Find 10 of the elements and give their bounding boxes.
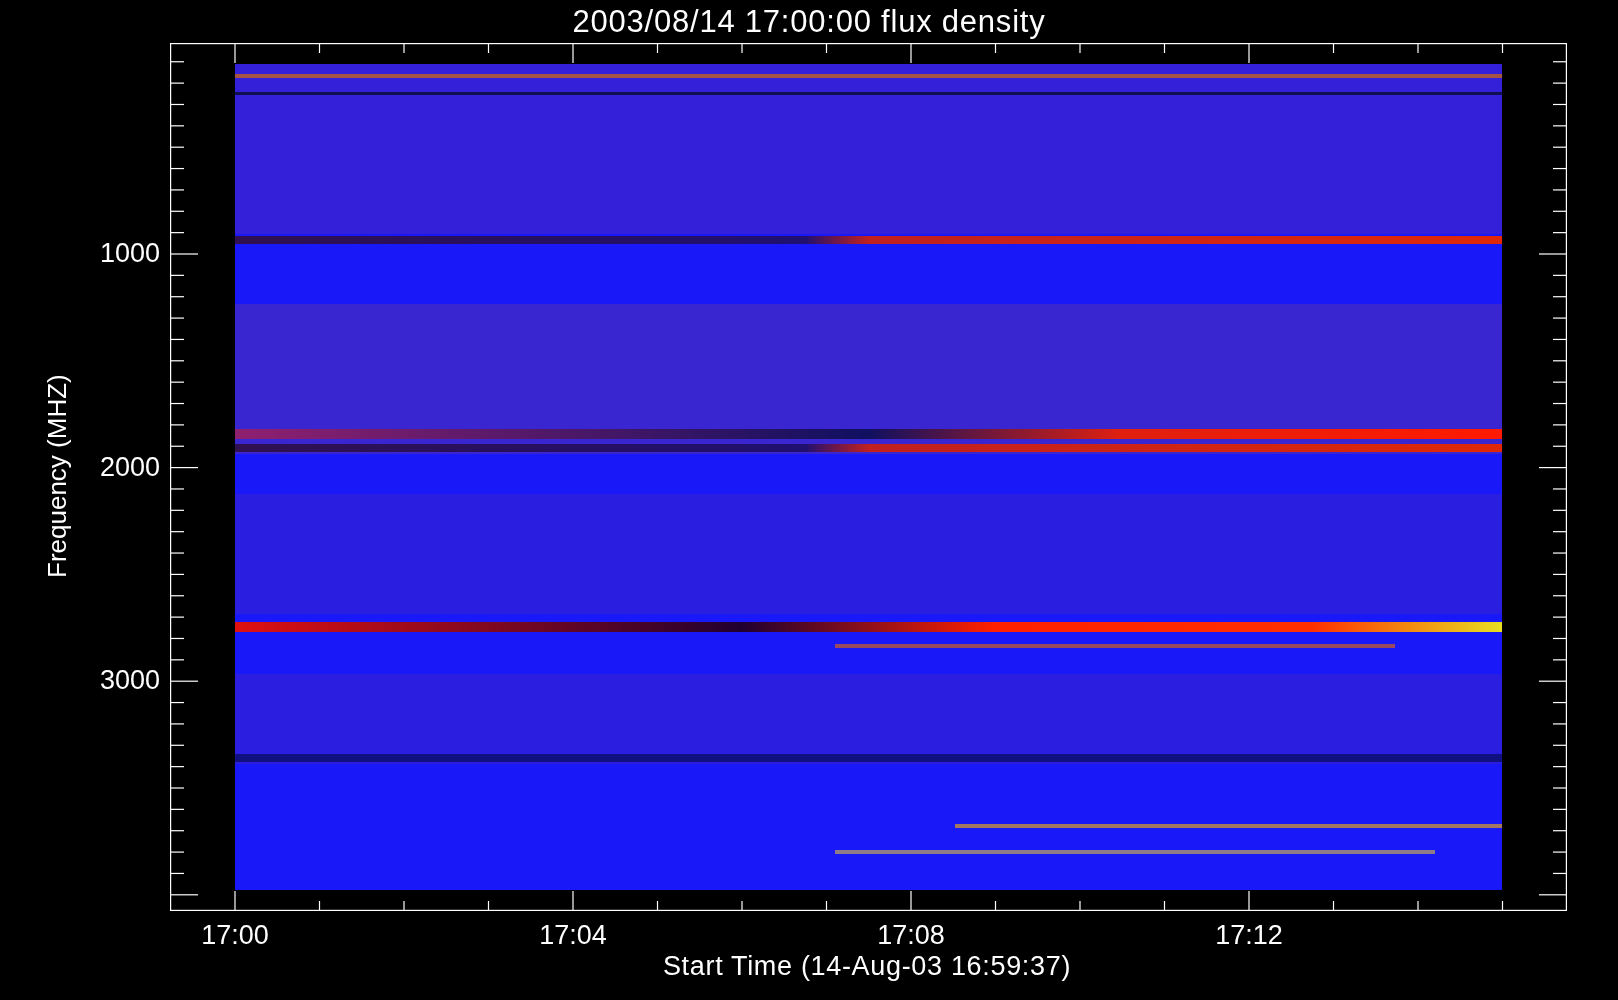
chart-title: 2003/08/14 17:00:00 flux density (572, 6, 1046, 37)
y-tick-label: 2000 (99, 453, 160, 481)
x-tick-label: 17:08 (876, 922, 946, 949)
y-tick-label: 1000 (99, 240, 160, 267)
y-tick-label: 3000 (99, 667, 160, 695)
x-tick-label: 17:12 (1214, 922, 1284, 949)
x-axis-label: Start Time (14-Aug-03 16:59:37) (661, 953, 1073, 980)
y-axis-label: Frequency (MHZ) (44, 378, 70, 578)
x-tick-label: 17:04 (538, 922, 608, 949)
x-tick-label: 17:00 (200, 922, 270, 949)
